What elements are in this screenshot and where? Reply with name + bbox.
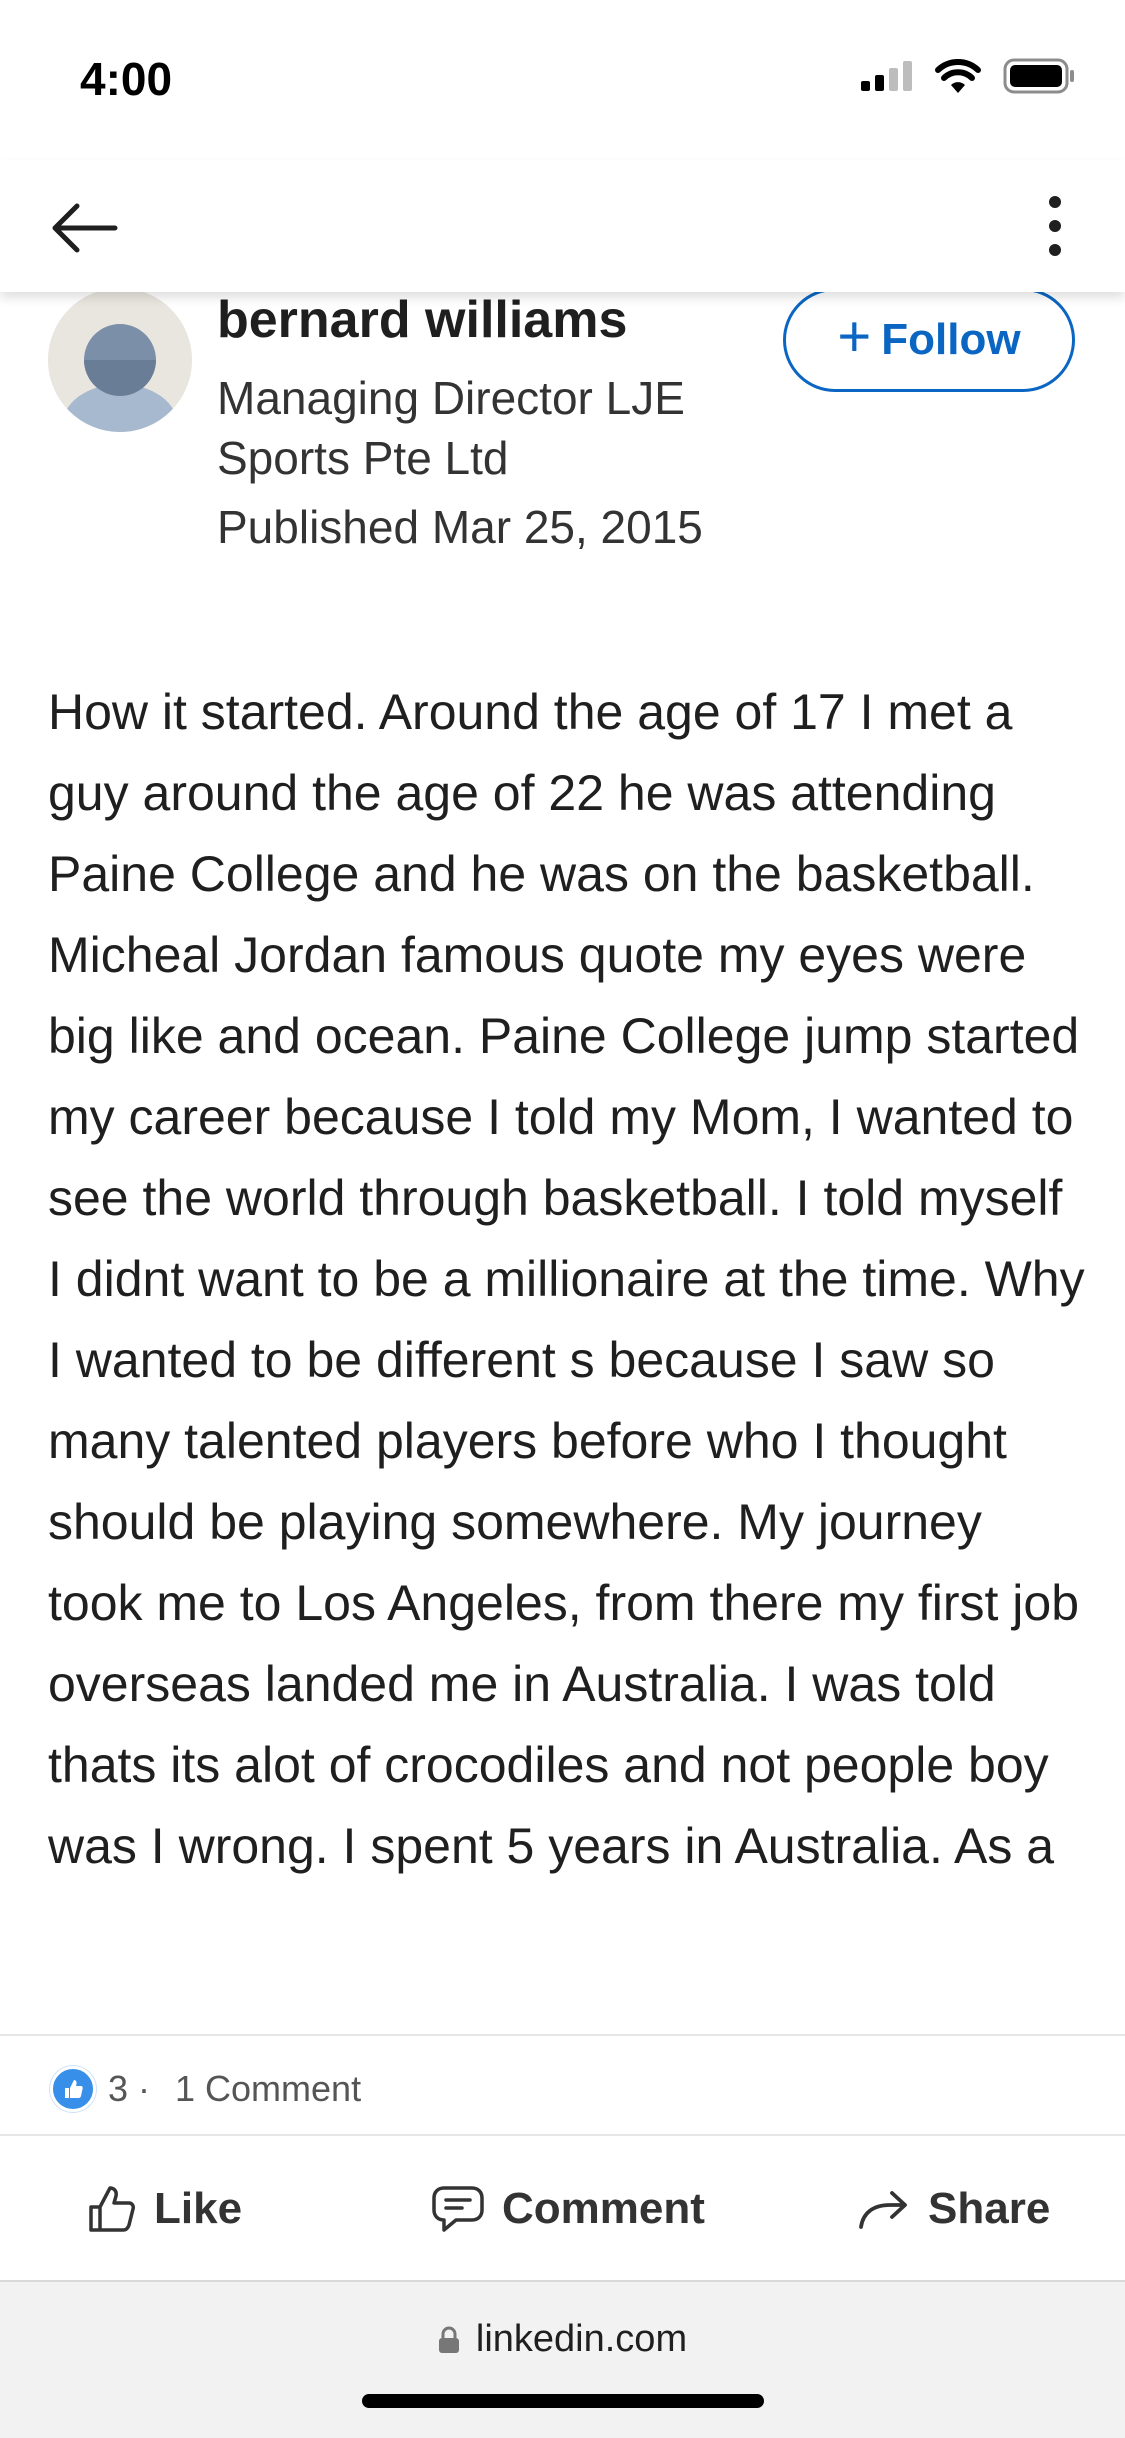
wifi-icon (935, 59, 981, 93)
like-button[interactable]: Like (86, 2136, 242, 2282)
back-button[interactable] (46, 190, 122, 266)
lock-icon (438, 2326, 459, 2353)
article-body: How it started. Around the age of 17 I m… (48, 684, 1085, 1874)
post-action-bar: Like Comment Share (0, 2134, 1125, 2282)
default-avatar-icon (48, 288, 192, 432)
author-header: bernard williams Managing Director LJE S… (0, 288, 1125, 592)
share-label: Share (928, 2184, 1051, 2233)
comment-icon (432, 2186, 484, 2232)
plus-icon: + (837, 304, 872, 369)
status-bar: 4:00 (0, 0, 1125, 160)
reaction-count[interactable]: 3 · (108, 2068, 150, 2110)
comment-label: Comment (502, 2184, 705, 2233)
published-date: Published Mar 25, 2015 (217, 501, 703, 553)
author-headline: Managing Director LJE Sports Pte Ltd (217, 372, 685, 484)
follow-label: Follow (881, 315, 1021, 364)
battery-icon (1003, 58, 1074, 94)
comment-count[interactable]: 1 Comment (175, 2068, 361, 2110)
article-content: How it started. Around the age of 17 I m… (48, 672, 1088, 2034)
signal-icon (861, 61, 912, 91)
author-name[interactable]: bernard williams (217, 290, 627, 350)
back-arrow-icon (52, 203, 118, 253)
like-reaction-icon[interactable] (50, 2066, 96, 2112)
browser-address-bar[interactable]: linkedin.com (0, 2280, 1125, 2438)
more-options-button[interactable] (1025, 186, 1085, 266)
follow-button[interactable]: + Follow (783, 288, 1075, 392)
social-counts-bar: 3 · 1 Comment (0, 2034, 1125, 2136)
thumbs-up-icon (89, 2186, 135, 2232)
status-time: 4:00 (80, 53, 173, 105)
home-indicator[interactable] (362, 2394, 764, 2408)
status-icons (861, 58, 1075, 94)
url-display[interactable]: linkedin.com (0, 2318, 1125, 2361)
like-label: Like (154, 2184, 243, 2233)
navigation-bar (0, 160, 1125, 292)
avatar[interactable] (48, 288, 192, 432)
share-icon (859, 2191, 907, 2229)
thumbs-up-icon (65, 2080, 83, 2098)
comment-button[interactable]: Comment (430, 2136, 705, 2282)
more-vertical-icon (1049, 196, 1061, 208)
share-button[interactable]: Share (856, 2136, 1050, 2282)
url-text: linkedin.com (475, 2318, 688, 2360)
